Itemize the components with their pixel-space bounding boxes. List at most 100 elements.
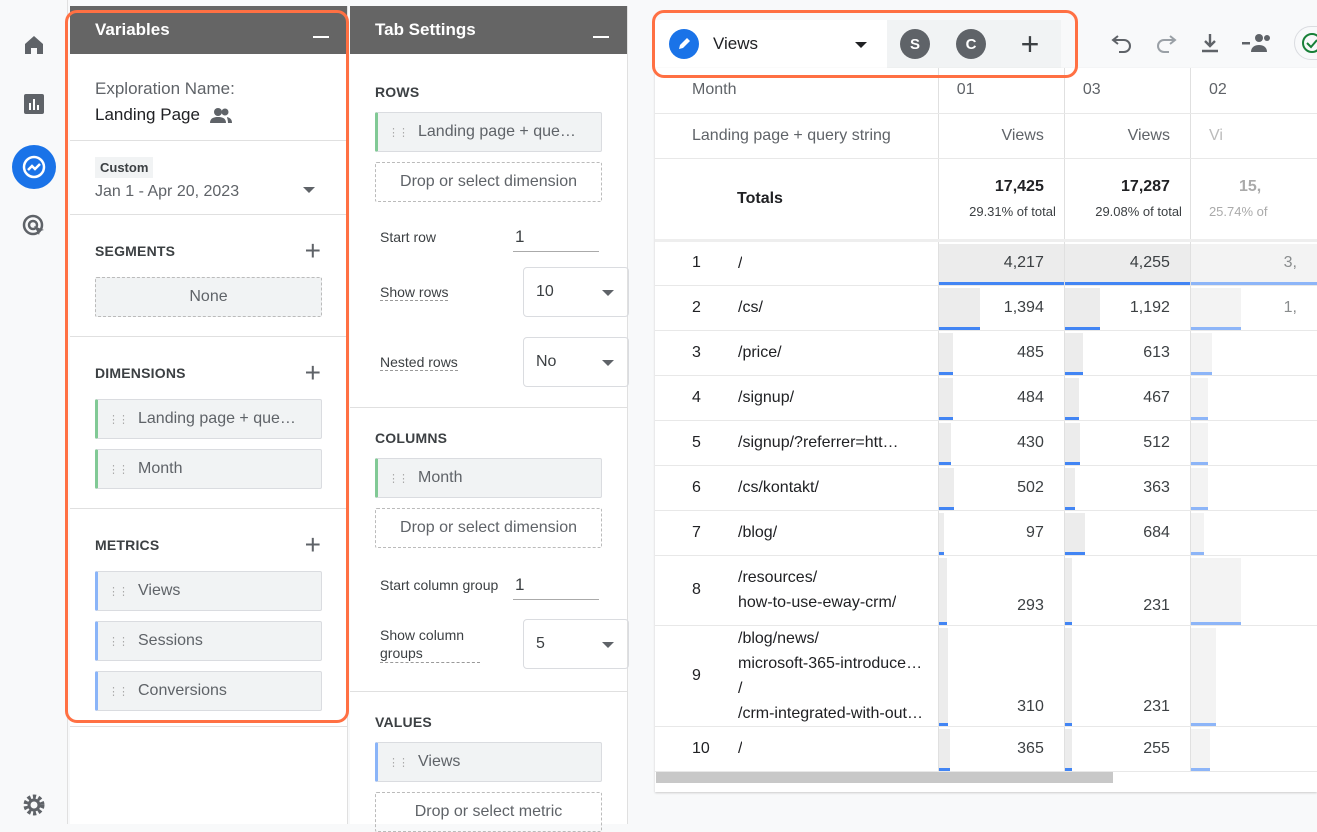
col-dim-header: Landing page + query string [655, 113, 939, 159]
explore-icon[interactable] [12, 145, 56, 189]
add-tab-button[interactable]: + [999, 20, 1061, 68]
nested-rows-select[interactable]: No [523, 337, 629, 387]
share-icon[interactable] [1242, 31, 1274, 55]
value-bar [1191, 422, 1208, 464]
cell-value: 3, [1283, 254, 1297, 271]
table-row[interactable]: 4/signup/484 467 [655, 375, 1317, 421]
add-segment-button[interactable]: + [305, 237, 321, 265]
metric-header[interactable]: Views [1063, 113, 1191, 159]
collapse-variables-button[interactable] [313, 36, 329, 38]
table-row[interactable]: 10 / 365 255 [655, 726, 1317, 772]
table-row[interactable]: 3/price/485 613 [655, 330, 1317, 376]
add-dimension-button[interactable]: + [305, 359, 321, 387]
value-bar [1191, 243, 1317, 284]
home-icon[interactable] [14, 25, 54, 65]
start-column-input[interactable]: 1 [513, 571, 599, 600]
value-bar [1065, 627, 1072, 725]
landing-page: / [738, 254, 743, 272]
row-number: 3 [692, 343, 701, 361]
collapse-tab-settings-button[interactable] [593, 36, 609, 38]
shared-people-icon [209, 108, 232, 123]
table-row[interactable]: 8/resources/how-to-use-eway-crm/293 231 [655, 555, 1317, 626]
add-metric-button[interactable]: + [305, 531, 321, 559]
data-table: Month 01 03 02 Landing page + query stri… [655, 68, 1317, 772]
free-form-table: Month 01 03 02 Landing page + query stri… [655, 68, 1317, 792]
start-column-label: Start column group [380, 577, 499, 593]
value-bar [1065, 287, 1100, 329]
column-month[interactable]: 03 [1063, 68, 1191, 114]
show-rows-label: Show rows [380, 283, 449, 301]
metric-chip[interactable]: ⋮⋮ Views [95, 571, 322, 611]
landing-page: /resources/ [738, 569, 818, 586]
landing-page: /crm-integrated-with-out… [738, 704, 923, 722]
row-chip[interactable]: ⋮⋮ Landing page + que… [375, 112, 602, 152]
value-bar [939, 287, 981, 329]
table-row[interactable]: 2/cs/1,394 1,192 1, [655, 285, 1317, 331]
table-row[interactable]: 5/signup/?referrer=htt… 430 512 [655, 420, 1317, 466]
undo-icon[interactable] [1110, 31, 1134, 55]
metric-header[interactable]: Views [937, 113, 1065, 159]
table-row[interactable]: 1 / 4,217 4,255 3, [655, 240, 1317, 286]
landing-page: /signup/ [738, 389, 795, 406]
value-bar [1065, 377, 1079, 419]
tab-avatar: C [956, 29, 986, 59]
drag-handle-icon: ⋮⋮ [108, 585, 129, 598]
horizontal-scrollbar[interactable] [656, 772, 1113, 783]
total-value: 17,287 [1121, 178, 1170, 195]
drop-metric[interactable]: Drop or select metric [375, 792, 602, 832]
redo-icon[interactable] [1154, 31, 1178, 55]
settings-icon[interactable] [14, 785, 54, 825]
dimension-chip[interactable]: ⋮⋮ Landing page + que… [95, 399, 322, 439]
tab-s[interactable]: S [887, 20, 943, 68]
segment-none[interactable]: None [95, 277, 322, 317]
cell-value: 1,192 [1129, 298, 1170, 316]
table-row[interactable]: 7/blog/97 684 [655, 510, 1317, 556]
tab-views[interactable]: Views [655, 20, 887, 68]
download-icon[interactable] [1198, 31, 1222, 55]
value-bar [939, 728, 950, 770]
metric-chip[interactable]: ⋮⋮ Conversions [95, 671, 322, 711]
column-month[interactable]: 01 [937, 68, 1065, 114]
exploration-name-label: Exploration Name: [95, 79, 235, 98]
cell-value: 512 [1143, 433, 1170, 451]
dimensions-label: DIMENSIONS [95, 365, 186, 381]
value-chip[interactable]: ⋮⋮ Views [375, 742, 602, 782]
row-number: 4 [692, 388, 701, 406]
variables-title: Variables [95, 20, 170, 39]
landing-page: /cs/ [738, 299, 763, 316]
value-bar [1065, 467, 1076, 509]
exploration-name[interactable]: Landing Page [95, 105, 322, 125]
chip-label: Landing page + que… [138, 410, 296, 427]
select-value: 10 [536, 283, 554, 300]
drag-handle-icon: ⋮⋮ [108, 463, 129, 476]
metric-header[interactable]: Vi [1189, 113, 1317, 159]
table-row[interactable]: 6/cs/kontakt/502 363 [655, 465, 1317, 511]
drop-row-dimension[interactable]: Drop or select dimension [375, 162, 602, 202]
start-row-input[interactable]: 1 [513, 223, 599, 252]
drop-column-dimension[interactable]: Drop or select dimension [375, 508, 602, 548]
value-bar [1191, 287, 1242, 329]
landing-page: /signup/?referrer=htt… [738, 434, 899, 451]
column-chip[interactable]: ⋮⋮ Month [375, 458, 602, 498]
date-range-picker[interactable]: Custom Jan 1 - Apr 20, 2023 [70, 141, 347, 215]
tab-label: Views [713, 34, 759, 53]
value-bar [939, 377, 954, 419]
status-check-button[interactable] [1294, 26, 1317, 60]
column-month[interactable]: 02 [1189, 68, 1317, 114]
value-bar [939, 243, 1064, 284]
tab-c[interactable]: C [943, 20, 999, 68]
cell-value: 293 [1017, 596, 1044, 614]
chevron-down-icon [602, 642, 614, 648]
reports-icon[interactable] [14, 84, 54, 124]
show-column-groups-select[interactable]: 5 [523, 619, 629, 669]
landing-page: microsoft-365-introduce… [738, 654, 923, 672]
table-row[interactable]: 9/blog/news/microsoft-365-introduce… / /cr… [655, 625, 1317, 727]
show-rows-select[interactable]: 10 [523, 267, 629, 317]
chevron-down-icon [602, 360, 614, 366]
dimension-chip[interactable]: ⋮⋮ Month [95, 449, 322, 489]
advertising-icon[interactable] [14, 206, 54, 246]
totals-label: Totals [655, 158, 939, 241]
row-dim-header: Month [655, 68, 939, 114]
metric-chip[interactable]: ⋮⋮ Sessions [95, 621, 322, 661]
total-pct: 25.74% of [1208, 204, 1268, 219]
